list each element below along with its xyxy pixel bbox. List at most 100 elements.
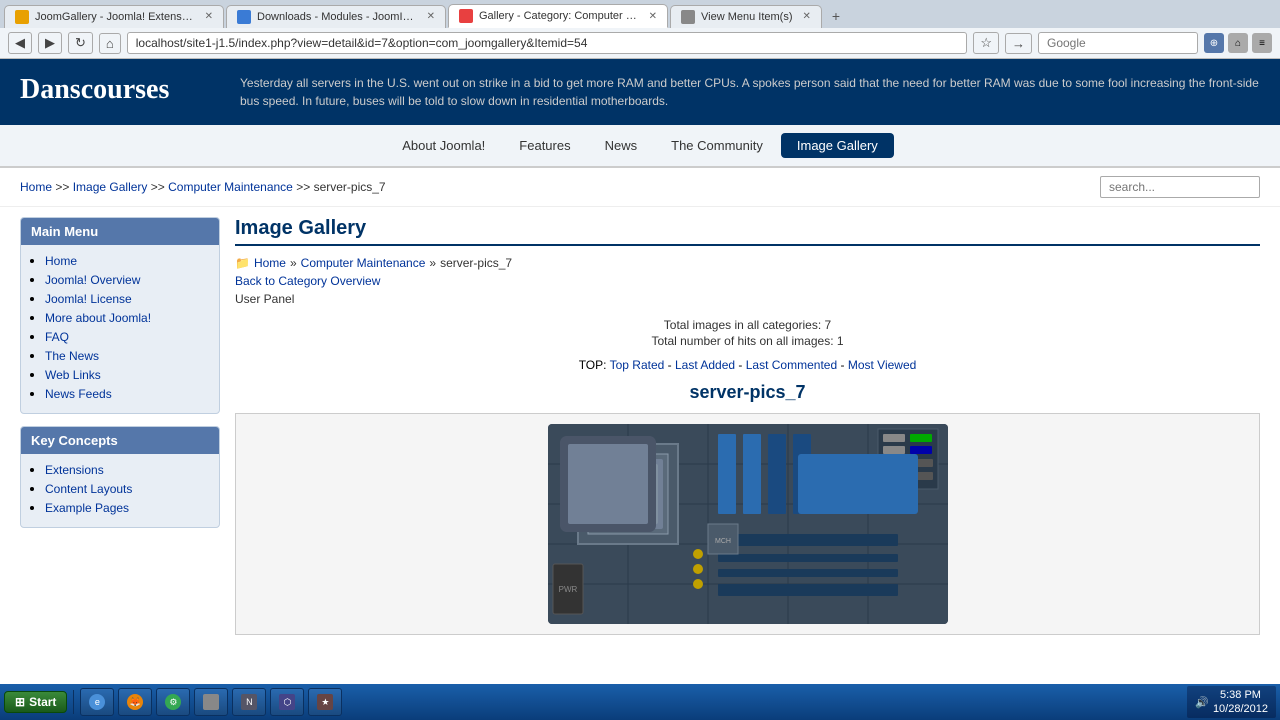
browser-search-input[interactable]: [1038, 32, 1198, 54]
new-tab-button[interactable]: +: [824, 4, 848, 28]
nav-about[interactable]: About Joomla!: [386, 133, 501, 158]
breadcrumb-sep3: >>: [296, 180, 313, 194]
list-item: Extensions: [45, 462, 209, 477]
list-item: Home: [45, 253, 209, 268]
most-viewed-link[interactable]: Most Viewed: [848, 358, 916, 372]
tab-close-1[interactable]: ✕: [205, 11, 213, 22]
list-item: FAQ: [45, 329, 209, 344]
system-tray: 🔊 5:38 PM 10/28/2012: [1187, 686, 1276, 719]
taskbar-app2[interactable]: N: [232, 688, 266, 716]
total-hits-stat: Total number of hits on all images: 1: [235, 334, 1260, 348]
svg-text:MCH: MCH: [715, 538, 731, 545]
tab-favicon-2: [237, 10, 251, 24]
volume-icon[interactable]: 🔊: [1195, 696, 1209, 709]
taskbar-app4[interactable]: ★: [308, 688, 342, 716]
settings-icon[interactable]: ≡: [1252, 33, 1272, 53]
refresh-button[interactable]: ↻: [68, 32, 93, 54]
gallery-breadcrumb-category[interactable]: Computer Maintenance: [301, 256, 426, 270]
menu-web-links[interactable]: Web Links: [45, 368, 101, 382]
sidebar-main-menu: Main Menu Home Joomla! Overview Joomla! …: [20, 217, 220, 414]
address-bar: ◀ ▶ ↻ ⌂ ☆ → ⊕ ⌂ ≡: [0, 28, 1280, 59]
tab-label-1: JoomGallery - Joomla! Extensions Directo…: [35, 11, 195, 23]
taskbar-ie[interactable]: e: [80, 688, 114, 716]
header-news: Yesterday all servers in the U.S. went o…: [240, 74, 1260, 110]
home-button[interactable]: ⌂: [99, 33, 121, 54]
url-bar[interactable]: [127, 32, 968, 54]
total-images-stat: Total images in all categories: 7: [235, 318, 1260, 332]
nav-features[interactable]: Features: [503, 133, 586, 158]
top-label: TOP:: [579, 358, 607, 372]
forward-button[interactable]: ▶: [38, 32, 62, 54]
app3-icon: ⬡: [279, 694, 295, 710]
tab-favicon-1: [15, 10, 29, 24]
main-menu-list: Home Joomla! Overview Joomla! License Mo…: [21, 245, 219, 413]
svg-text:CPU: CPU: [617, 491, 638, 502]
menu-home[interactable]: Home: [45, 254, 77, 268]
nav-news[interactable]: News: [589, 133, 654, 158]
gallery-breadcrumb-current: server-pics_7: [440, 256, 512, 270]
go-button[interactable]: →: [1005, 33, 1032, 54]
page-wrapper: Danscourses Yesterday all servers in the…: [0, 59, 1280, 645]
top-sep2: -: [738, 358, 745, 372]
gallery-image-container: CPU: [235, 413, 1260, 635]
list-item: More about Joomla!: [45, 310, 209, 325]
browser-tab-1[interactable]: JoomGallery - Joomla! Extensions Directo…: [4, 5, 224, 28]
gallery-icon: 📁: [235, 256, 250, 270]
app4-icon: ★: [317, 694, 333, 710]
browser-tab-2[interactable]: Downloads - Modules - JoomImages ✕: [226, 5, 446, 28]
taskbar-app1[interactable]: [194, 688, 228, 716]
concept-extensions[interactable]: Extensions: [45, 463, 104, 477]
bookmark-button[interactable]: ☆: [973, 32, 999, 54]
breadcrumb-gallery[interactable]: Image Gallery: [73, 180, 148, 194]
taskbar-chrome[interactable]: ⚙: [156, 688, 190, 716]
menu-joomla-overview[interactable]: Joomla! Overview: [45, 273, 140, 287]
gallery-stats: Total images in all categories: 7 Total …: [235, 318, 1260, 348]
clock-date: 10/28/2012: [1213, 702, 1268, 716]
extensions-icon[interactable]: ⊕: [1204, 33, 1224, 53]
nav-community[interactable]: The Community: [655, 133, 779, 158]
last-commented-link[interactable]: Last Commented: [746, 358, 837, 372]
toolbar-icons: ⊕ ⌂ ≡: [1204, 33, 1272, 53]
gallery-name-title: server-pics_7: [235, 382, 1260, 403]
concept-example-pages[interactable]: Example Pages: [45, 501, 129, 515]
tab-label-2: Downloads - Modules - JoomImages: [257, 11, 417, 23]
sidebar-key-concepts-title: Key Concepts: [21, 427, 219, 454]
site-header: Danscourses Yesterday all servers in the…: [0, 59, 1280, 125]
breadcrumb-category[interactable]: Computer Maintenance: [168, 180, 293, 194]
tab-label-3: Gallery - Category: Computer Maintena...: [479, 10, 639, 22]
tab-close-3[interactable]: ✕: [649, 11, 657, 22]
top-sep3: -: [840, 358, 847, 372]
menu-news-feeds[interactable]: News Feeds: [45, 387, 112, 401]
back-to-category-link[interactable]: Back to Category Overview: [235, 274, 1260, 288]
start-button[interactable]: ⊞ Start: [4, 691, 67, 713]
search-input[interactable]: [1100, 176, 1260, 198]
concept-content-layouts[interactable]: Content Layouts: [45, 482, 132, 496]
gallery-breadcrumb-home[interactable]: Home: [254, 256, 286, 270]
list-item: Content Layouts: [45, 481, 209, 496]
key-concepts-list: Extensions Content Layouts Example Pages: [21, 454, 219, 527]
tab-close-2[interactable]: ✕: [427, 11, 435, 22]
taskbar-app3[interactable]: ⬡: [270, 688, 304, 716]
taskbar-firefox[interactable]: 🦊: [118, 688, 152, 716]
browser-tab-4[interactable]: View Menu Item(s) ✕: [670, 5, 822, 28]
start-label: Start: [29, 695, 56, 709]
top-rated-link[interactable]: Top Rated: [610, 358, 665, 372]
gallery-breadcrumb: 📁 Home » Computer Maintenance » server-p…: [235, 256, 1260, 270]
menu-the-news[interactable]: The News: [45, 349, 99, 363]
user-panel-label: User Panel: [235, 292, 1260, 306]
taskbar: ⊞ Start e 🦊 ⚙ N ⬡ ★ 🔊 5:38 PM 10/28/2012: [0, 684, 1280, 720]
menu-joomla-license[interactable]: Joomla! License: [45, 292, 132, 306]
home-icon-2[interactable]: ⌂: [1228, 33, 1248, 53]
clock: 5:38 PM 10/28/2012: [1213, 688, 1268, 717]
breadcrumb-home[interactable]: Home: [20, 180, 52, 194]
browser-tab-3[interactable]: Gallery - Category: Computer Maintena...…: [448, 4, 668, 28]
tab-close-4[interactable]: ✕: [803, 11, 811, 22]
menu-faq[interactable]: FAQ: [45, 330, 69, 344]
menu-more-joomla[interactable]: More about Joomla!: [45, 311, 151, 325]
nav-gallery[interactable]: Image Gallery: [781, 133, 894, 158]
list-item: The News: [45, 348, 209, 363]
last-added-link[interactable]: Last Added: [675, 358, 735, 372]
back-button[interactable]: ◀: [8, 32, 32, 54]
top-sep1: -: [668, 358, 675, 372]
breadcrumb-arrow2: »: [429, 256, 436, 270]
